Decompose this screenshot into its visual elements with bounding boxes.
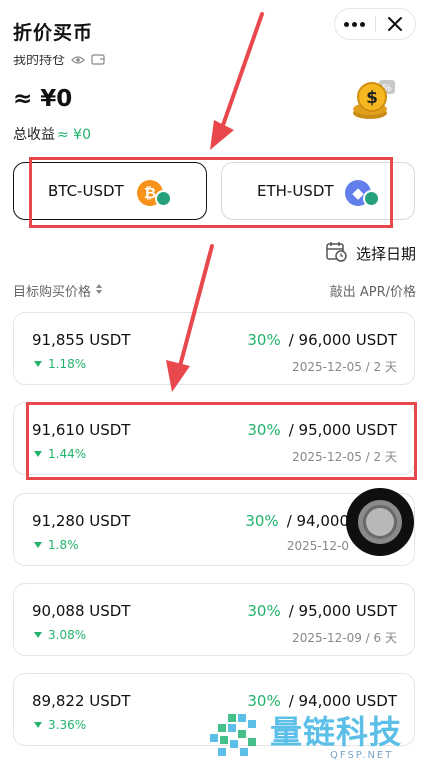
- product-card[interactable]: 91,855 USDT 1.18% 30% / 96,000 USDT 2025-…: [13, 312, 415, 385]
- tab-label: ETH-USDT: [257, 182, 334, 200]
- down-triangle-icon: [34, 542, 42, 548]
- select-date-label: 选择日期: [355, 244, 416, 263]
- down-triangle-icon: [34, 722, 42, 728]
- pnl-label: 总收益: [13, 127, 55, 143]
- apr-and-knockout-price: 30% / 95,000 USDT: [247, 602, 397, 620]
- holdings-label: 我的持仓: [13, 54, 66, 68]
- column-header-target-price: 目标购买价格: [13, 285, 92, 300]
- floating-assistant-button[interactable]: [346, 488, 414, 556]
- down-triangle-icon: [34, 451, 42, 457]
- wallet-icon[interactable]: [91, 53, 105, 69]
- down-triangle-icon: [34, 632, 42, 638]
- apr-value: 30%: [247, 602, 281, 620]
- knockout-price: / 94,000: [286, 512, 349, 530]
- apr-value: 30%: [247, 331, 281, 349]
- price-change: 3.36%: [34, 718, 86, 732]
- select-date-button[interactable]: 选择日期: [325, 240, 416, 266]
- page-title: 折价买币: [13, 22, 94, 44]
- price-change: 1.44%: [34, 447, 86, 461]
- total-balance: ≈ ¥0: [13, 86, 73, 112]
- sort-by-target-price[interactable]: 目标购买价格: [13, 281, 103, 300]
- tether-icon: [155, 190, 172, 207]
- target-buy-price: 91,610 USDT: [32, 421, 131, 439]
- total-pnl: 总收益 ≈ ¥0: [13, 124, 91, 144]
- watermark-logo-icon: [208, 712, 264, 758]
- knockout-price: / 95,000 USDT: [288, 421, 397, 439]
- eye-icon[interactable]: [71, 54, 85, 69]
- apr-and-knockout-price: 30% / 94,000: [245, 512, 349, 530]
- apr-value: 30%: [247, 421, 281, 439]
- column-header-apr-price: 敲出 APR/价格: [329, 285, 416, 300]
- expiry-date: 2025-12-05 / 2 天: [292, 450, 397, 464]
- target-buy-price: 91,855 USDT: [32, 331, 131, 349]
- mini-program-capsule: [334, 8, 416, 40]
- down-triangle-icon: [34, 361, 42, 367]
- expiry-date: 2025-12-09 / 6 天: [292, 631, 397, 645]
- knockout-price: / 96,000 USDT: [288, 331, 397, 349]
- expiry-date: 2025-12-05 / 2 天: [292, 360, 397, 374]
- product-card[interactable]: 90,088 USDT 3.08% 30% / 95,000 USDT 2025-…: [13, 583, 415, 656]
- target-buy-price: 90,088 USDT: [32, 602, 131, 620]
- price-change: 1.8%: [34, 538, 79, 552]
- tab-eth-usdt[interactable]: ETH-USDT ◆: [221, 162, 415, 220]
- tab-btc-usdt[interactable]: BTC-USDT ₿: [13, 162, 207, 220]
- price-change: 3.08%: [34, 628, 86, 642]
- tether-icon: [363, 190, 380, 207]
- knockout-price: / 95,000 USDT: [288, 602, 397, 620]
- sort-icon: [95, 283, 103, 299]
- target-buy-price: 91,280 USDT: [32, 512, 131, 530]
- price-change: 1.18%: [34, 357, 86, 371]
- tab-label: BTC-USDT: [48, 182, 124, 200]
- product-card[interactable]: 91,610 USDT 1.44% 30% / 95,000 USDT 2025-…: [13, 402, 415, 475]
- expiry-date: 2025-12-0: [286, 539, 349, 553]
- watermark-name: 量链科技: [270, 713, 403, 751]
- target-buy-price: 89,822 USDT: [32, 692, 131, 710]
- svg-text:$: $: [366, 88, 378, 108]
- close-icon[interactable]: [376, 9, 416, 39]
- apr-and-knockout-price: 30% / 96,000 USDT: [247, 331, 397, 349]
- calendar-icon: [325, 240, 347, 266]
- apr-value: 30%: [245, 512, 279, 530]
- watermark-url: QFSP.NET: [330, 750, 394, 761]
- apr-and-knockout-price: 30% / 95,000 USDT: [247, 421, 397, 439]
- holdings-row: 我的持仓: [13, 52, 105, 70]
- pnl-value: ≈ ¥0: [57, 127, 91, 143]
- more-options-icon[interactable]: [335, 9, 375, 39]
- coin-stack-icon: % $: [350, 79, 400, 121]
